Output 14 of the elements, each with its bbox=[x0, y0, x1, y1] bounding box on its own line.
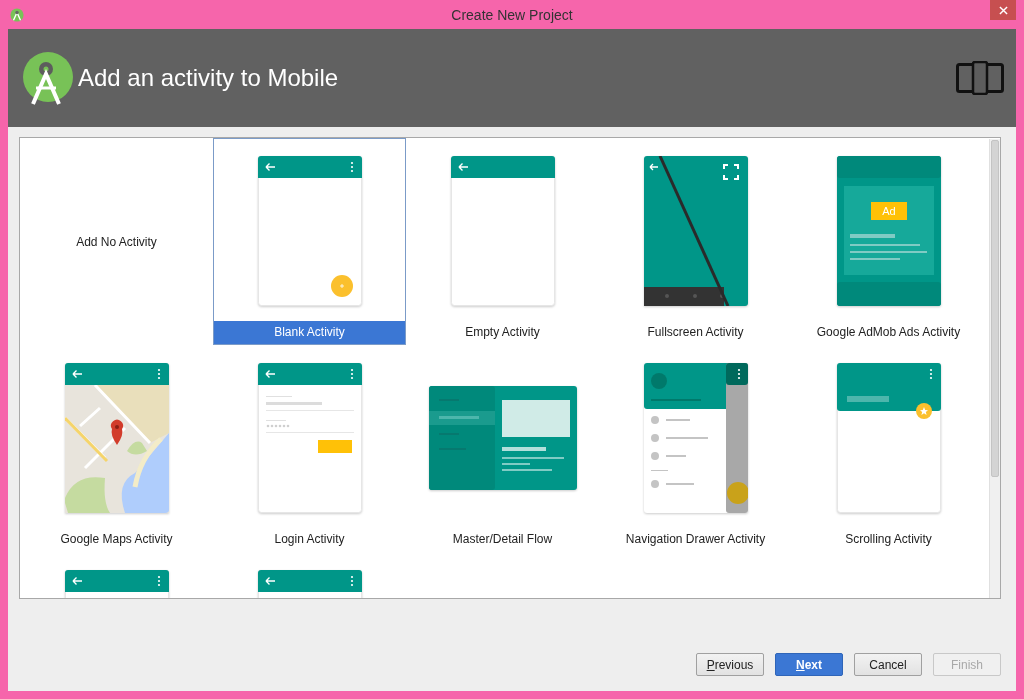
wizard-button[interactable]: Cancel bbox=[854, 653, 922, 676]
window-title: Create New Project bbox=[451, 6, 573, 23]
android-studio-logo-icon bbox=[22, 52, 76, 106]
wizard-button[interactable]: Next bbox=[775, 653, 843, 676]
activity-tile[interactable]: Blank Activity bbox=[213, 138, 406, 345]
tablet-phone-icon bbox=[956, 61, 1004, 95]
wizard-button[interactable]: Previous bbox=[696, 653, 764, 676]
scrollbar[interactable] bbox=[989, 139, 1000, 598]
ad-label: Ad bbox=[870, 202, 907, 220]
close-icon bbox=[998, 5, 1008, 15]
scrollbar-thumb[interactable] bbox=[991, 140, 999, 477]
android-icon bbox=[10, 8, 24, 22]
page-title: Add an activity to Mobile bbox=[78, 64, 340, 92]
close-button[interactable] bbox=[990, 0, 1016, 20]
